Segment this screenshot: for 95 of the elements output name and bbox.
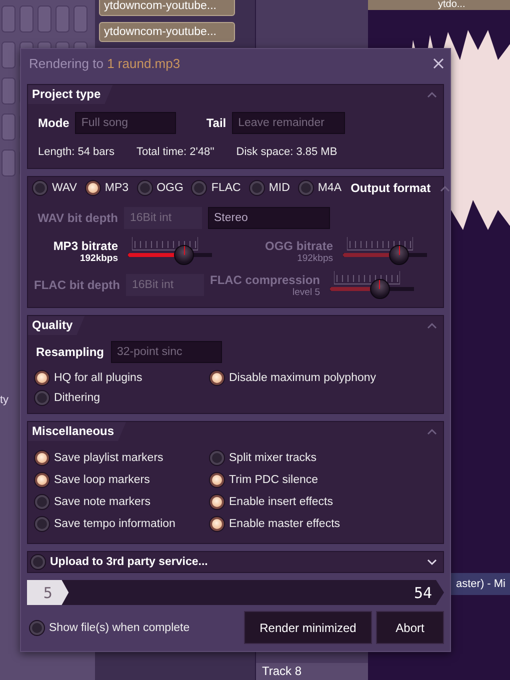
- field-label: WAV bit depth: [36, 211, 118, 225]
- upload-option[interactable]: Upload to 3rd party service...: [31, 555, 208, 569]
- option-label: Trim PDC silence: [229, 474, 318, 486]
- slider-reading: 192kbps: [297, 252, 333, 264]
- show-files-option[interactable]: Show file(s) when complete: [30, 620, 240, 634]
- playlist-clip[interactable]: ytdo...: [368, 0, 510, 10]
- option-label: MID: [268, 182, 290, 194]
- toggle-light[interactable]: [210, 517, 224, 531]
- option-label: Save tempo information: [54, 518, 176, 530]
- quality-option[interactable]: HQ for all plugins: [35, 371, 210, 385]
- abort-button[interactable]: Abort: [376, 611, 444, 644]
- render-minimized-button[interactable]: Render minimized: [244, 611, 372, 644]
- stat-text: Disk space: 3.85 MB: [236, 146, 338, 158]
- option-label: OGG: [156, 182, 184, 194]
- toggle-light[interactable]: [35, 451, 49, 465]
- misc-option[interactable]: Save note markers: [35, 491, 210, 513]
- option-label: FLAC: [211, 182, 241, 194]
- option-label: Save playlist markers: [54, 452, 164, 464]
- option-label: Enable insert effects: [229, 496, 333, 508]
- misc-option[interactable]: Save tempo information: [35, 513, 210, 535]
- toggle-light[interactable]: [30, 620, 44, 634]
- slider-knob[interactable]: [174, 245, 194, 265]
- option-label: MP3: [104, 182, 129, 194]
- tick-scale-icon: [334, 271, 400, 285]
- section-title: Quality: [28, 316, 85, 335]
- close-icon[interactable]: [433, 58, 444, 68]
- field-label: Resampling: [36, 345, 104, 359]
- slider-reading: level 5: [292, 286, 320, 298]
- toggle-light[interactable]: [298, 181, 313, 195]
- misc-option[interactable]: Trim PDC silence: [210, 469, 435, 491]
- format-radio[interactable]: M4A: [298, 181, 342, 195]
- quality-option[interactable]: Disable maximum polyphony: [210, 371, 435, 385]
- stat-text: Length: 54 bars: [38, 146, 114, 158]
- toggle-light[interactable]: [210, 451, 224, 465]
- progress-start: 5: [43, 584, 52, 602]
- resampling-field[interactable]: 32-point sinc: [111, 341, 222, 363]
- toggle-light[interactable]: [35, 517, 49, 531]
- misc-option[interactable]: Enable insert effects: [210, 491, 435, 513]
- panel-label: ty: [0, 394, 9, 406]
- format-radio[interactable]: OGG: [138, 181, 184, 195]
- stat-text: Total time: 2'48'': [136, 146, 214, 158]
- toggle-light[interactable]: [35, 495, 49, 509]
- tick-scale-icon: [347, 237, 413, 251]
- format-radio[interactable]: WAV: [33, 181, 77, 195]
- slider-knob[interactable]: [389, 245, 410, 265]
- mode-field[interactable]: Full song: [75, 112, 176, 134]
- quality-option[interactable]: Dithering: [35, 391, 210, 405]
- track-header[interactable]: Track 8: [256, 663, 368, 680]
- option-label: Show file(s) when complete: [49, 622, 190, 634]
- toggle-light[interactable]: [33, 181, 47, 195]
- tail-field[interactable]: Leave remainder: [232, 112, 346, 134]
- misc-option[interactable]: Enable master effects: [210, 513, 435, 535]
- misc-option[interactable]: Save loop markers: [35, 469, 210, 491]
- option-label: WAV: [52, 182, 77, 194]
- section-title: Miscellaneous: [28, 422, 126, 441]
- misc-option[interactable]: Save playlist markers: [35, 447, 210, 469]
- field-label: Tail: [206, 116, 226, 130]
- toggle-light[interactable]: [31, 555, 45, 569]
- option-label: Enable master effects: [229, 518, 340, 530]
- toggle-light[interactable]: [35, 473, 49, 487]
- format-radio[interactable]: MID: [250, 181, 290, 195]
- option-label: Save note markers: [54, 496, 151, 508]
- option-label: HQ for all plugins: [54, 372, 142, 384]
- audio-clip[interactable]: ytdowncom-youtube...: [99, 22, 235, 42]
- toggle-light[interactable]: [35, 391, 49, 405]
- toggle-light[interactable]: [210, 473, 224, 487]
- field-label: Mode: [38, 116, 70, 130]
- slider-reading: 192kbps: [80, 252, 118, 264]
- option-label: M4A: [318, 182, 342, 194]
- option-label: Dithering: [54, 392, 100, 404]
- toggle-light[interactable]: [138, 181, 152, 195]
- option-label: Upload to 3rd party service...: [50, 556, 208, 568]
- field-label: FLAC bit depth: [34, 278, 120, 292]
- tick-scale-icon: [132, 237, 198, 251]
- slider-label: MP3 bitrate: [53, 238, 118, 252]
- option-label: Disable maximum polyphony: [229, 372, 376, 384]
- toggle-light[interactable]: [35, 371, 49, 385]
- section-title: Output format: [350, 181, 431, 195]
- toggle-light[interactable]: [192, 181, 206, 195]
- toggle-light[interactable]: [86, 181, 100, 195]
- slider-label: FLAC compression: [210, 272, 320, 286]
- format-radio[interactable]: FLAC: [192, 181, 241, 195]
- slider-knob[interactable]: [370, 279, 390, 299]
- channels-field[interactable]: Stereo: [208, 207, 330, 229]
- section-title: Project type: [28, 85, 113, 104]
- slider-label: OGG bitrate: [264, 238, 333, 252]
- format-radio[interactable]: MP3: [86, 181, 129, 195]
- toggle-light[interactable]: [250, 181, 264, 195]
- window-title: Rendering to 1 raund.mp3: [29, 56, 180, 70]
- toggle-light[interactable]: [210, 495, 224, 509]
- audio-clip[interactable]: ytdowncom-youtube...: [99, 0, 235, 16]
- option-label: Save loop markers: [54, 474, 150, 486]
- option-label: Split mixer tracks: [229, 452, 317, 464]
- toggle-light[interactable]: [210, 371, 224, 385]
- misc-option[interactable]: Split mixer tracks: [210, 447, 435, 469]
